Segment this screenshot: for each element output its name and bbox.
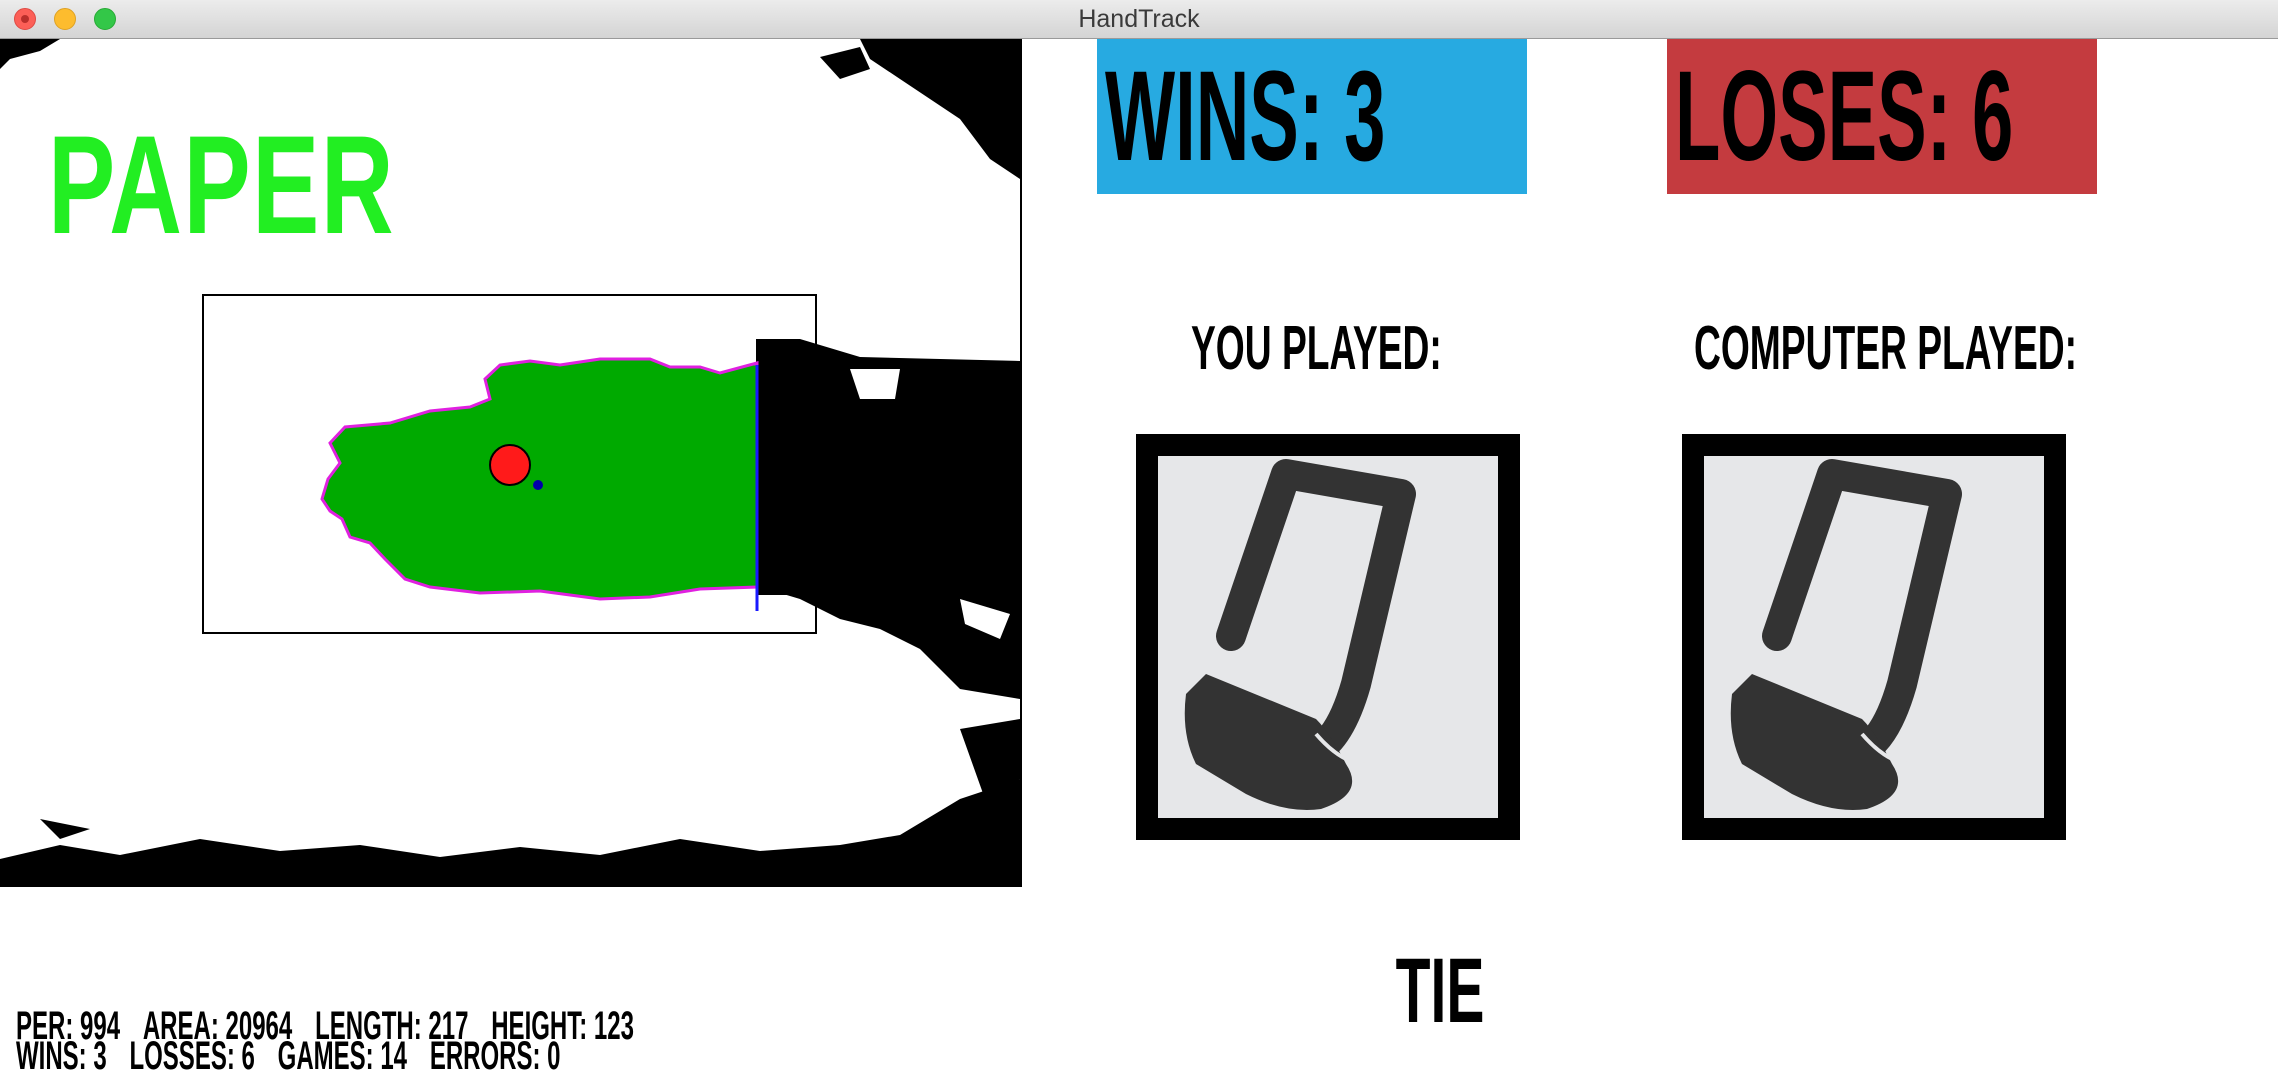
wins-count: WINS: 3: [1105, 45, 1386, 188]
paper-icon: [1730, 459, 1962, 810]
window-title: HandTrack: [1078, 5, 1200, 33]
result-label: TIE: [1395, 940, 1485, 1042]
stat-wins: WINS: 3: [16, 1034, 107, 1078]
wins-box: WINS: 3: [1097, 39, 1527, 194]
gesture-label: PAPER: [48, 106, 396, 263]
loses-box: LOSES: 6: [1667, 39, 2097, 194]
camera-feed: PAPER: [0, 39, 1020, 887]
stats-row-games: WINS: 3 LOSSES: 6 GAMES: 14 ERRORS: 0: [16, 1036, 583, 1076]
you-played-card: [1136, 434, 1520, 840]
stat-errors: ERRORS: 0: [429, 1034, 561, 1078]
computer-played-label: COMPUTER PLAYED:: [1694, 314, 2078, 383]
stat-games: GAMES: 14: [277, 1034, 408, 1078]
loses-count: LOSES: 6: [1675, 45, 2014, 188]
computer-played-card: [1682, 434, 2066, 840]
stat-losses: LOSSES: 6: [129, 1034, 255, 1078]
panel-divider: [1020, 39, 1022, 887]
paper-icon: [1184, 459, 1416, 810]
you-played-label: YOU PLAYED:: [1191, 314, 1442, 383]
title-bar: HandTrack: [0, 0, 2278, 39]
